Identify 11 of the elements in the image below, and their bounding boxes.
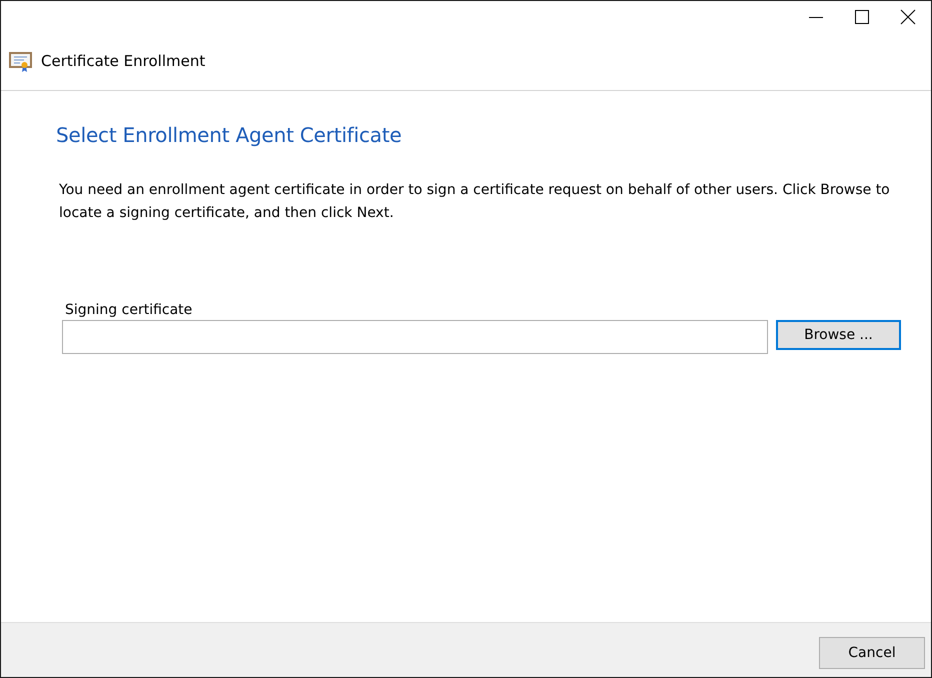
description-text: You need an enrollment agent certificate in order to sign a certificate request on behalf of other users. Click Browse to locate a signing certificate, and then click Next. — [59, 181, 891, 223]
browse-button[interactable]: Browse ... — [776, 320, 901, 350]
minimize-icon — [809, 16, 823, 18]
certificate-icon — [9, 51, 33, 73]
cancel-button[interactable]: Cancel — [819, 637, 925, 669]
page-heading: Select Enrollment Agent Certificate — [56, 123, 403, 147]
field-label: Signing certificate — [65, 302, 194, 318]
window-title: Certificate Enrollment — [41, 52, 206, 70]
maximize-icon — [854, 9, 870, 25]
signing-certificate-field[interactable] — [62, 320, 768, 354]
close-icon — [900, 9, 916, 25]
